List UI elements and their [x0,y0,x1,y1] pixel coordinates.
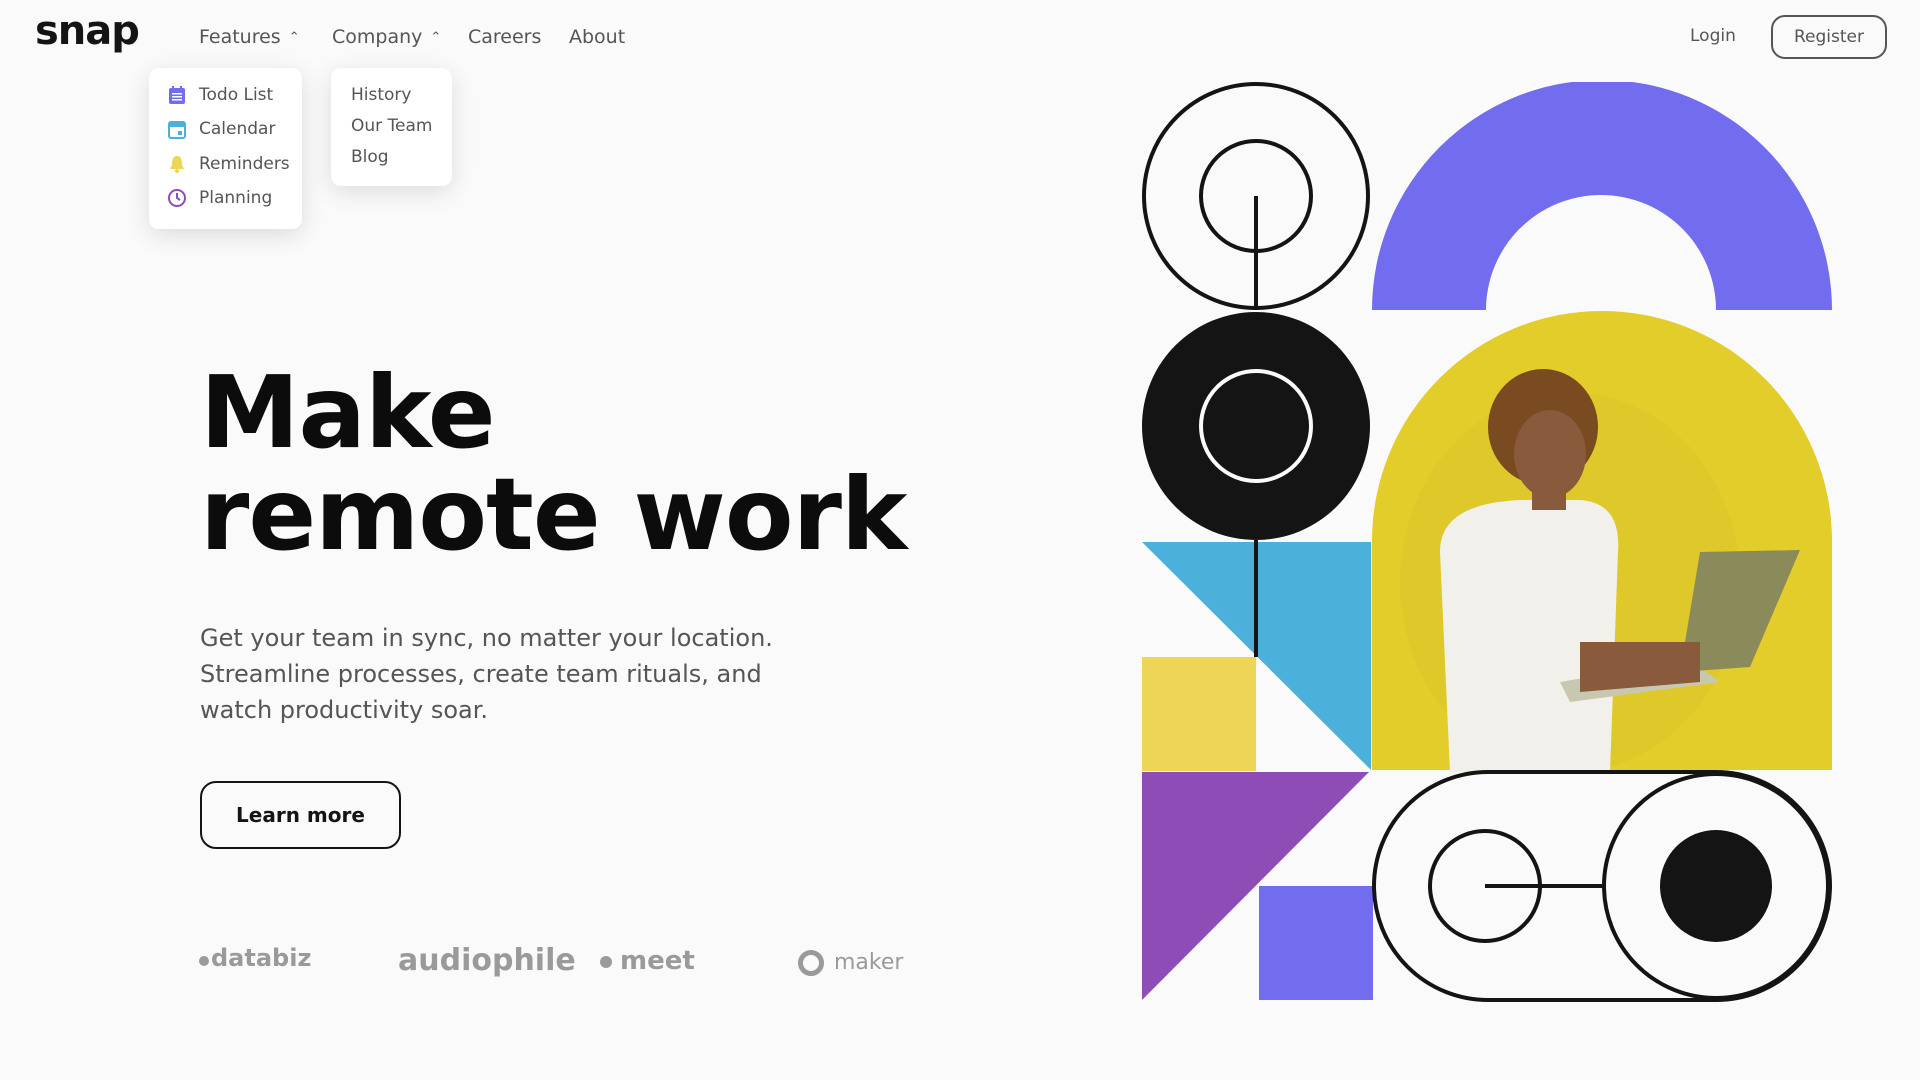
dots-icon [600,955,612,968]
maker-logo-text: maker [834,950,904,975]
purple-square-shape [1259,886,1373,1000]
black-circle-graphic [1142,312,1370,540]
hero-description: Get your team in sync, no matter your lo… [200,624,773,724]
features-dropdown: Todo List Calendar Reminders Planning [149,68,302,229]
menu-item-our-team[interactable]: Our Team [351,116,432,136]
hero-photo [1372,311,1832,772]
nav-features[interactable]: Features ⌃ [199,26,300,48]
hero-illustration [1142,82,1832,1002]
nav-company[interactable]: Company ⌃ [332,26,441,48]
company-dropdown: History Our Team Blog [331,68,452,186]
menu-item-label: Todo List [199,85,274,105]
menu-item-reminders[interactable]: Reminders [167,154,290,174]
hero-title: Make remote work [200,354,907,573]
nav-careers[interactable]: Careers [468,26,541,48]
chevron-up-icon: ⌃ [430,30,442,45]
menu-item-label: Calendar [199,119,276,139]
menu-item-calendar[interactable]: Calendar [167,119,275,139]
menu-item-label: Reminders [199,154,290,174]
meet-logo: meet [600,946,695,976]
dot-icon [199,956,209,966]
maker-logo: maker [798,950,903,976]
todo-list-icon [169,86,185,104]
databiz-logo-text: databiz [211,944,312,972]
maker-circle-icon [798,950,824,976]
bell-icon [170,156,184,173]
audiophile-logo: audiophile [398,943,576,978]
meet-logo-text: meet [620,946,695,976]
calendar-icon [168,121,186,139]
register-button[interactable]: Register [1771,15,1887,59]
databiz-logo: databiz [199,944,311,972]
menu-item-planning[interactable]: Planning [167,188,272,208]
nav-features-label: Features [199,26,281,48]
nav-company-label: Company [332,26,423,48]
learn-more-button[interactable]: Learn more [200,781,401,849]
hero-title-line2: remote work [200,456,907,573]
capsule-graphic [1372,770,1832,1002]
login-link[interactable]: Login [1690,26,1736,46]
purple-arch-shape [1372,82,1832,310]
menu-item-history[interactable]: History [351,85,411,105]
chevron-up-icon: ⌃ [288,30,300,45]
yellow-square-shape [1142,657,1256,771]
ring-graphic [1142,82,1370,310]
menu-item-blog[interactable]: Blog [351,147,389,167]
clock-icon [168,189,186,207]
menu-item-todo-list[interactable]: Todo List [167,85,273,105]
snap-logo[interactable]: snap [35,8,140,54]
menu-item-label: Planning [199,188,273,208]
nav-about[interactable]: About [569,26,625,48]
hero-title-line1: Make [200,354,496,471]
